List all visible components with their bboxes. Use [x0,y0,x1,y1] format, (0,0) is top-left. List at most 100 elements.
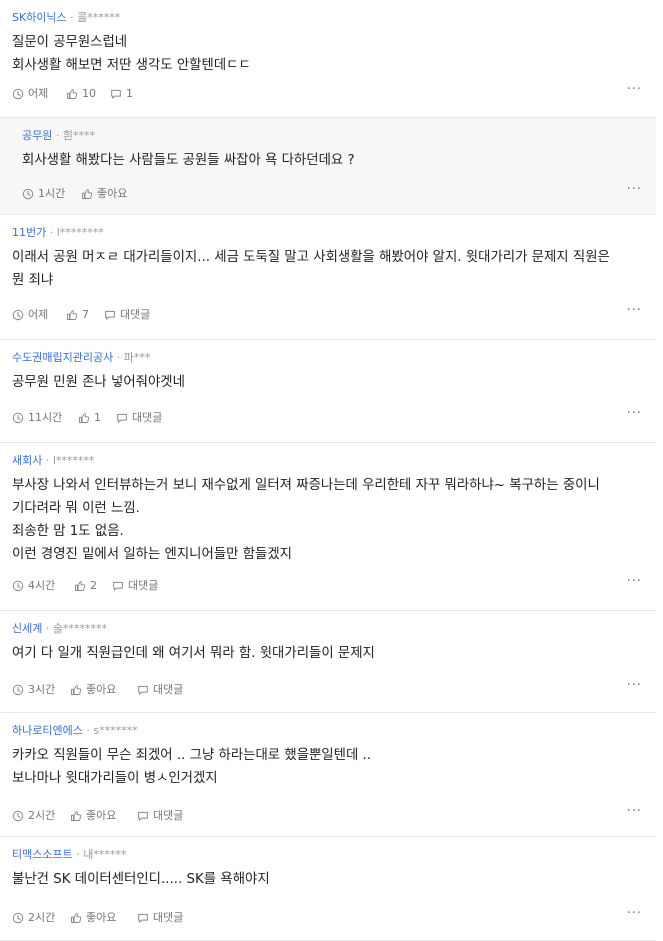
timestamp-label: 2시간 [28,911,56,924]
meta-separator: · [72,848,84,861]
reply-button[interactable]: 대댓글 [116,411,162,425]
timestamp-label: 4시간 [28,579,56,592]
reply-button[interactable]: 대댓글 [137,683,183,697]
comment-actions: 4시간 2 대댓글 ··· [12,575,642,593]
like-button[interactable]: 좋아요 [81,187,127,201]
comment-text-line: 부사장 나와서 인터뷰하는거 보니 재수없게 일터져 짜증나는데 우리한테 자꾸… [12,478,600,493]
author-name: 술******** [52,622,107,635]
comment-text-line: 이런 경영진 밑에서 일하는 엔지니어들만 함들겠지 [12,547,292,562]
timestamp: 4시간 [12,579,55,593]
meta-separator: · [66,11,78,24]
like-button[interactable]: 좋아요 [70,809,116,823]
comment-body: 이래서 공원 머ㅈㄹ 대가리들이지... 세금 도둑질 말고 사회생활을 해봤어… [12,246,642,292]
speech-bubble-icon [138,685,148,695]
comment-text-line: 뭔 죄냐 [12,273,54,288]
like-button[interactable]: 7 [66,308,89,322]
reply-button-label: 대댓글 [128,579,159,592]
meta-separator: · [113,351,124,364]
comment-text-line: 회사생활 해봤다는 사람들도 공원들 싸잡아 욕 다하던데요 ? [22,153,355,168]
comment-inner: 하나로티엔에스 · s******* 카카오 직원들이 무슨 죄겠어 .. 그냥 … [12,713,642,837]
comment: 11번가 · l******** 이래서 공원 머ㅈㄹ 대가리들이지... 세금 … [0,215,656,340]
like-button[interactable]: 2 [74,579,97,593]
reply-button[interactable]: 대댓글 [104,308,150,322]
speech-bubble-icon [105,310,115,320]
meta-separator: · [46,226,57,239]
comment-feed: SK하이닉스 · 콜****** 질문이 공무원스럽네 회사생활 해보면 저딴 생각… [0,0,656,941]
like-button[interactable]: 1 [78,411,101,425]
timestamp: 2시간 [12,809,55,823]
reply-button-label: 대댓글 [153,683,184,696]
more-options-icon[interactable]: ··· [627,183,642,197]
author-name: 흰**** [62,129,95,142]
comment-text-line: 이래서 공원 머ㅈㄹ 대가리들이지... 세금 도둑질 말고 사회생활을 해봤어… [12,250,610,265]
meta-separator: · [52,129,63,142]
author-name: 파*** [123,351,151,364]
timestamp-label: 2시간 [28,809,56,822]
company-name[interactable]: 공무원 [22,129,52,142]
comment-actions: 3시간 좋아요 대댓글 ··· [12,679,642,697]
like-button-label: 좋아요 [86,809,117,822]
reply-button-label: 대댓글 [120,308,151,321]
more-options-icon[interactable]: ··· [627,805,642,819]
more-options-icon[interactable]: ··· [627,304,642,318]
comment-actions: 어제 7 대댓글 ··· [12,304,642,322]
author-name: l******* [52,454,95,467]
timestamp: 어제 [12,308,48,322]
meta-separator: · [82,724,94,737]
reply-button-label: 대댓글 [132,411,163,424]
author-name: 콜****** [77,11,121,24]
company-name[interactable]: 티맥스소프트 [12,848,73,861]
like-button-label: 7 [82,308,89,321]
company-name[interactable]: 수도권매립지관리공사 [12,351,113,364]
clock-icon [12,580,24,592]
comment-actions: 2시간 좋아요 대댓글 ··· [12,805,642,823]
comment-text-line: 보나마나 윗대가리들이 병ㅅ인거겠지 [12,771,218,786]
more-options-icon[interactable]: ··· [627,83,642,97]
comment-body: 질문이 공무원스럽네 회사생활 해보면 저딴 생각도 안할텐데ㄷㄷ [12,31,642,77]
reply-button[interactable]: 대댓글 [137,911,183,925]
more-options-icon[interactable]: ··· [627,407,642,421]
more-options-icon[interactable]: ··· [627,679,642,693]
reply-button-label: 1 [126,87,133,100]
comment-inner: 공무원 · 흰**** 회사생활 해봤다는 사람들도 공원들 싸잡아 욕 다하던데… [22,118,642,215]
reply-button[interactable]: 1 [110,87,133,101]
comment-text-line: 공무원 민원 존나 넣어줘야겟네 [12,375,185,390]
like-button[interactable]: 좋아요 [70,911,116,925]
company-name[interactable]: 11번가 [12,226,46,239]
speech-bubble-icon [117,413,127,423]
more-options-icon[interactable]: ··· [627,907,642,921]
comment-body: 부사장 나와서 인터뷰하는거 보니 재수없게 일터져 짜증나는데 우리한테 자꾸… [12,474,642,566]
company-name[interactable]: 하나로티엔에스 [12,724,83,737]
company-name[interactable]: 새회사 [12,454,42,467]
company-name[interactable]: 신세계 [12,622,42,635]
clock-icon [12,88,24,100]
comment-inner: 11번가 · l******** 이래서 공원 머ㅈㄹ 대가리들이지... 세금 … [12,215,642,340]
thumbs-up-icon [71,685,82,695]
comment-text-line: 기다려라 뭐 이런 느낌. [12,501,140,516]
comment-meta: 하나로티엔에스 · s******* [12,724,138,738]
timestamp-label: 1시간 [38,187,66,200]
like-button[interactable]: 10 [66,87,96,101]
comment: 티맥스소프트 · 내****** 불난건 SK 데이터센터인디..... SK를 … [0,837,656,941]
thumbs-up-icon [79,413,90,423]
clock-icon [12,412,24,424]
comment-text-line: 질문이 공무원스럽네 [12,35,128,50]
like-button[interactable]: 좋아요 [70,683,116,697]
comment-body: 불난건 SK 데이터센터인디..... SK를 욕해야지 [12,868,642,891]
reply-button[interactable]: 대댓글 [112,579,158,593]
thumbs-up-icon [82,189,93,199]
company-name[interactable]: SK하이닉스 [12,11,67,24]
clock-icon [12,810,24,822]
thumbs-up-icon [71,913,82,923]
clock-icon [22,188,34,200]
comment-meta: 새회사 · l******* [12,454,94,468]
more-options-icon[interactable]: ··· [627,575,642,589]
author-name: s******* [93,724,138,737]
speech-bubble-icon [138,913,148,923]
speech-bubble-icon [138,811,148,821]
comment-inner: 신세계 · 술******** 여기 다 일개 직원급인데 왜 여기서 뭐라 함.… [12,611,642,713]
comment-inner: 새회사 · l******* 부사장 나와서 인터뷰하는거 보니 재수없게 일터져… [12,443,642,611]
comment-body: 회사생활 해봤다는 사람들도 공원들 싸잡아 욕 다하던데요 ? [22,149,642,172]
reply-button[interactable]: 대댓글 [137,809,183,823]
thumbs-up-icon [67,310,78,320]
